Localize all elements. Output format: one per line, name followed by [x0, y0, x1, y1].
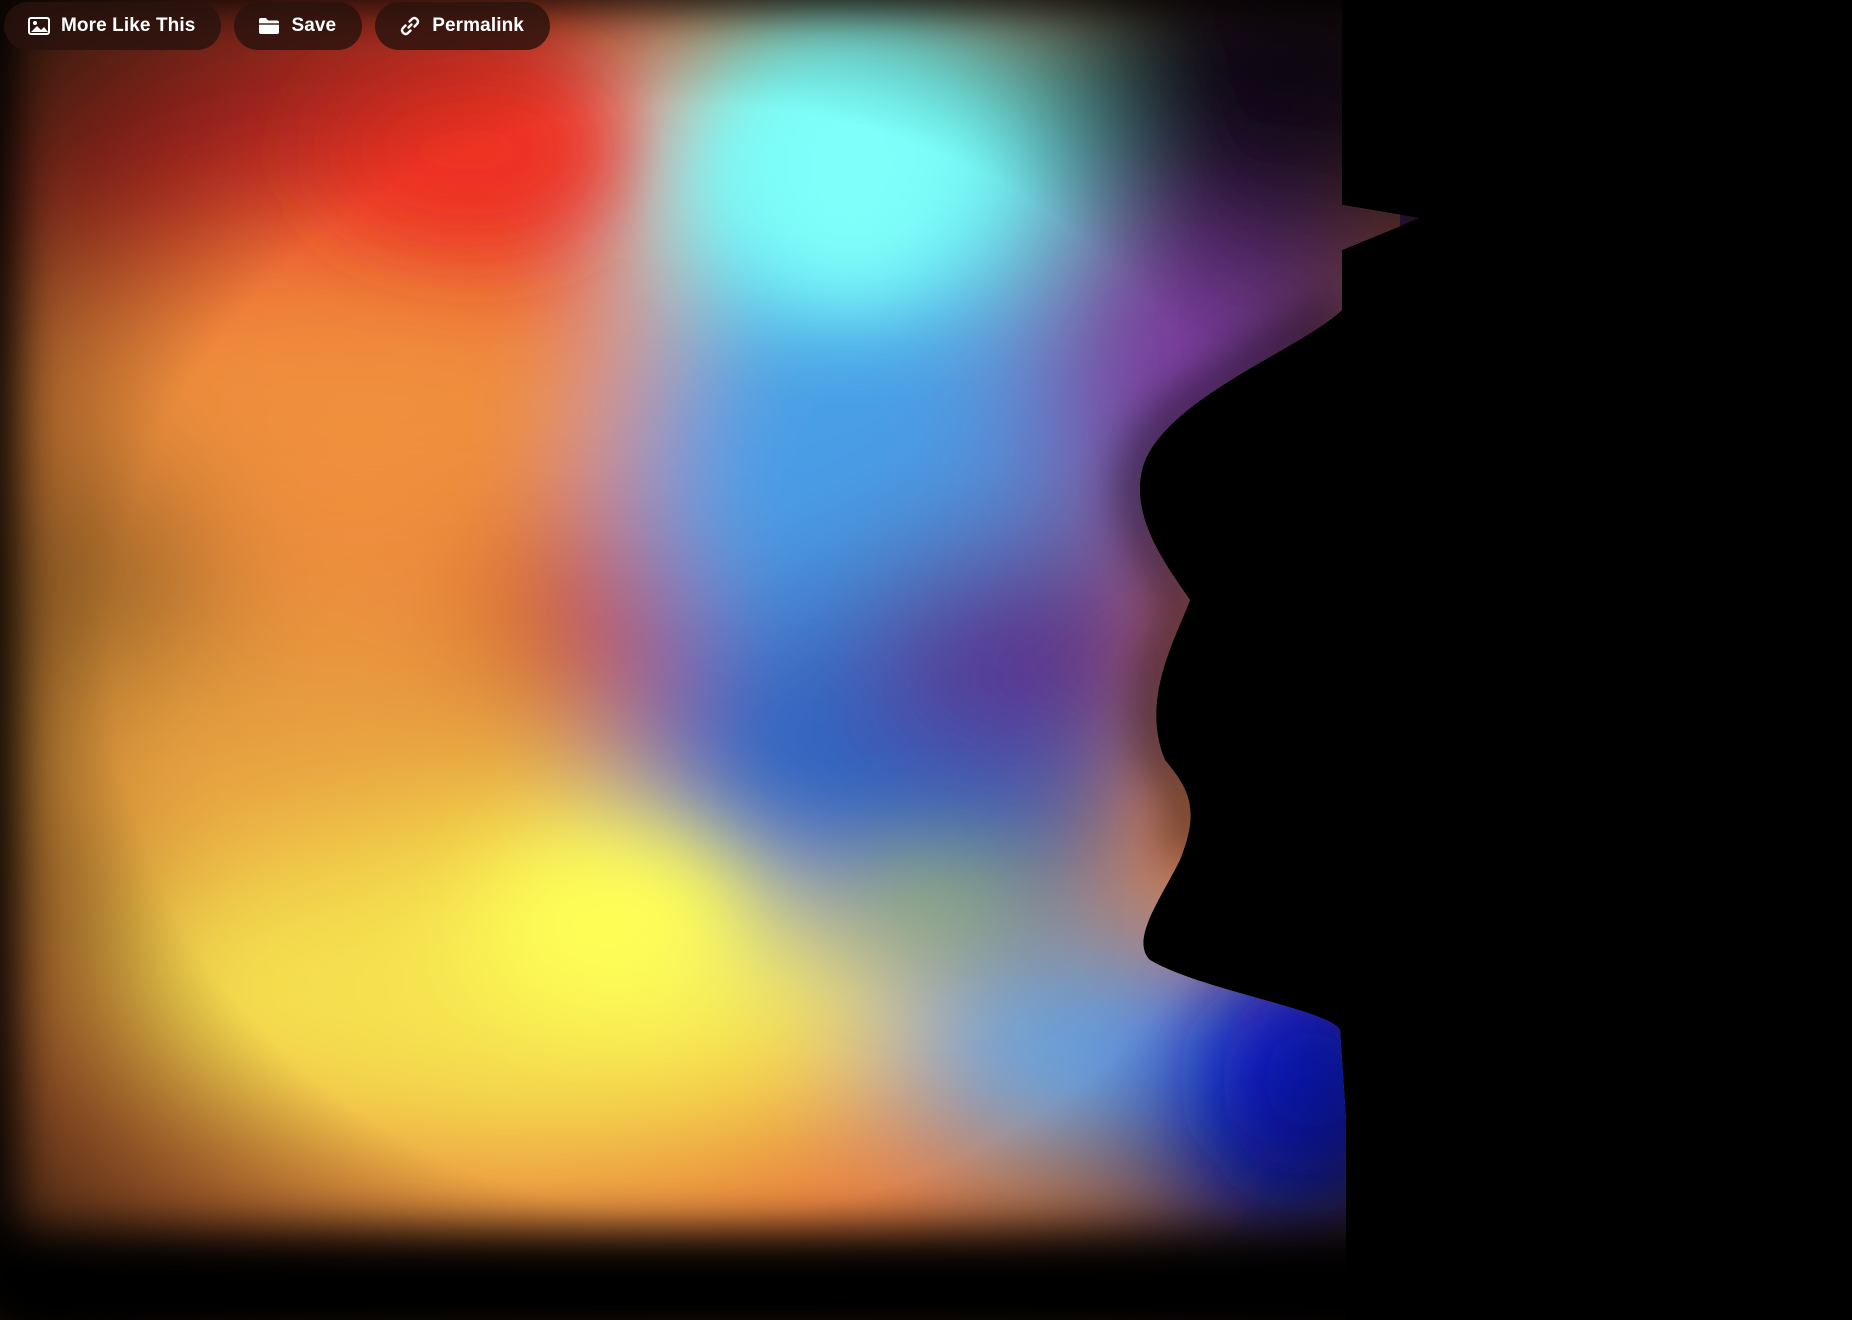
more-like-this-button[interactable]: More Like This [4, 2, 222, 50]
permalink-button[interactable]: Permalink [375, 2, 550, 50]
permalink-label: Permalink [432, 15, 524, 36]
save-label: Save [291, 15, 337, 36]
generated-image-stage: More Like This Save Permalink [0, 0, 1852, 1320]
image-icon [28, 15, 50, 37]
image-actions-toolbar: More Like This Save Permalink [4, 1, 550, 51]
link-icon [399, 15, 421, 37]
abstract-gradient-artwork [0, 0, 1852, 1320]
more-like-this-label: More Like This [61, 15, 196, 36]
folder-icon [258, 15, 280, 37]
save-button[interactable]: Save [234, 2, 363, 50]
